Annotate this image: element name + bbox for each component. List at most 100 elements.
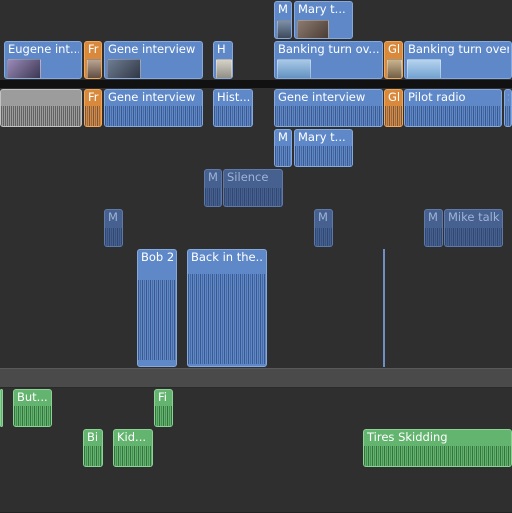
audio-clip[interactable]: Hist... xyxy=(213,89,253,127)
clip-label: Gene interview xyxy=(108,92,196,104)
clip-thumbnail xyxy=(277,20,291,38)
clip-label: M xyxy=(108,212,118,224)
audio-waveform xyxy=(14,406,51,426)
audio-clip[interactable]: Gene interview xyxy=(104,89,203,127)
clip-label: Gene interview xyxy=(278,92,366,104)
clip-thumbnail xyxy=(216,59,232,78)
clip-label: Tires Skidding xyxy=(367,432,448,444)
clip-thumbnail xyxy=(407,59,441,78)
audio-clip[interactable]: M xyxy=(274,129,292,167)
storyline-divider xyxy=(0,368,512,388)
audio-clip[interactable]: Pilot radio xyxy=(404,89,502,127)
audio-clip[interactable]: S xyxy=(504,89,512,127)
transition-clip[interactable]: Fr xyxy=(84,41,102,79)
video-clip[interactable]: Mary t... xyxy=(294,1,353,39)
audio-waveform xyxy=(445,228,502,246)
audio-clip[interactable]: Mi xyxy=(204,169,222,207)
clip-thumbnail xyxy=(87,59,101,78)
clip-label: Fi xyxy=(158,392,167,404)
audio-clip[interactable]: Silence xyxy=(223,169,283,207)
clip-label: M xyxy=(278,132,288,144)
audio-waveform xyxy=(214,106,252,126)
clip-label: Mike talk xyxy=(448,212,500,224)
effect-clip[interactable] xyxy=(0,389,3,427)
audio-clip[interactable]: M xyxy=(314,209,333,247)
clip-label: Bob 2 xyxy=(141,252,174,264)
audio-waveform xyxy=(405,106,501,126)
audio-waveform xyxy=(505,106,511,126)
audio-waveform xyxy=(85,106,101,126)
audio-waveform xyxy=(275,146,291,166)
video-clip[interactable]: Eugene int... xyxy=(4,41,82,79)
clip-label: M xyxy=(428,212,438,224)
clip-label: Bi xyxy=(87,432,99,444)
audio-waveform xyxy=(114,446,152,466)
clip-label: Gl xyxy=(388,92,400,104)
clip-label: Pilot radio xyxy=(408,92,466,104)
transition-clip[interactable]: Gl xyxy=(384,41,403,79)
clip-label: Banking turn ov... xyxy=(278,44,380,56)
lane-connected-audio-1 xyxy=(0,128,512,169)
audio-waveform xyxy=(425,228,442,246)
clip-thumbnail xyxy=(387,59,402,78)
clip-label: Silence xyxy=(227,172,269,184)
audio-waveform xyxy=(138,280,176,360)
audio-clip[interactable] xyxy=(0,89,82,127)
video-clip[interactable]: Banking turn ov... xyxy=(274,41,383,79)
audio-clip[interactable]: Fr xyxy=(84,89,102,127)
audio-clip[interactable]: Mary t... xyxy=(294,129,353,167)
clip-label: Gene interview xyxy=(108,44,196,56)
audio-clip[interactable]: M xyxy=(424,209,443,247)
effect-clip[interactable]: Tires Skidding xyxy=(363,429,512,467)
lane-top-connected xyxy=(0,0,512,41)
clip-thumbnail xyxy=(297,20,329,38)
clip-label: Back in the... xyxy=(191,252,264,264)
clip-thumbnail xyxy=(107,59,141,78)
clip-label: Gl xyxy=(388,44,400,56)
clip-label: Mary t... xyxy=(298,4,346,16)
audio-waveform xyxy=(105,228,122,246)
clip-label: M xyxy=(318,212,328,224)
video-clip[interactable]: Banking turn over xyxy=(404,41,512,79)
clip-label: Kid... xyxy=(117,432,147,444)
lane-bottom xyxy=(0,468,512,513)
clip-label: Fr xyxy=(88,44,99,56)
audio-waveform xyxy=(155,406,172,426)
video-clip[interactable]: H xyxy=(213,41,233,79)
clip-label: But... xyxy=(17,392,48,404)
lane-effects-1 xyxy=(0,388,512,429)
audio-waveform xyxy=(84,446,102,466)
clip-thumbnail xyxy=(7,59,41,78)
audio-clip[interactable]: Mike talk xyxy=(444,209,503,247)
clip-label: Hist... xyxy=(217,92,250,104)
clip-label: Fr xyxy=(88,92,99,104)
playhead[interactable] xyxy=(383,249,385,367)
audio-clip[interactable]: Gene interview xyxy=(274,89,383,127)
audio-waveform xyxy=(275,106,382,126)
lane-separator xyxy=(0,80,512,88)
effect-clip[interactable]: Bi xyxy=(83,429,103,467)
audio-clip[interactable]: M xyxy=(104,209,123,247)
clip-label: H xyxy=(217,44,226,56)
effect-clip[interactable]: Kid... xyxy=(113,429,153,467)
clip-thumbnail xyxy=(277,59,311,78)
effect-clip[interactable]: Fi xyxy=(154,389,173,427)
audio-waveform xyxy=(364,446,511,466)
audio-waveform xyxy=(105,106,202,126)
audio-waveform xyxy=(295,146,352,166)
clip-label: M xyxy=(278,4,288,16)
effect-clip[interactable]: But... xyxy=(13,389,52,427)
clip-label: Mi xyxy=(208,172,219,184)
audio-clip[interactable]: Back in the... xyxy=(187,249,267,367)
audio-waveform xyxy=(315,228,332,246)
video-clip[interactable]: M xyxy=(274,1,292,39)
clip-label: Banking turn over xyxy=(408,44,509,56)
audio-clip[interactable]: Bob 2 xyxy=(137,249,177,367)
video-clip[interactable]: Gene interview xyxy=(104,41,203,79)
audio-waveform xyxy=(1,106,81,126)
audio-waveform xyxy=(385,106,402,126)
audio-waveform xyxy=(205,188,221,206)
clip-label: Mary t... xyxy=(298,132,346,144)
audio-clip[interactable]: Gl xyxy=(384,89,403,127)
clip-label: S xyxy=(508,92,509,104)
